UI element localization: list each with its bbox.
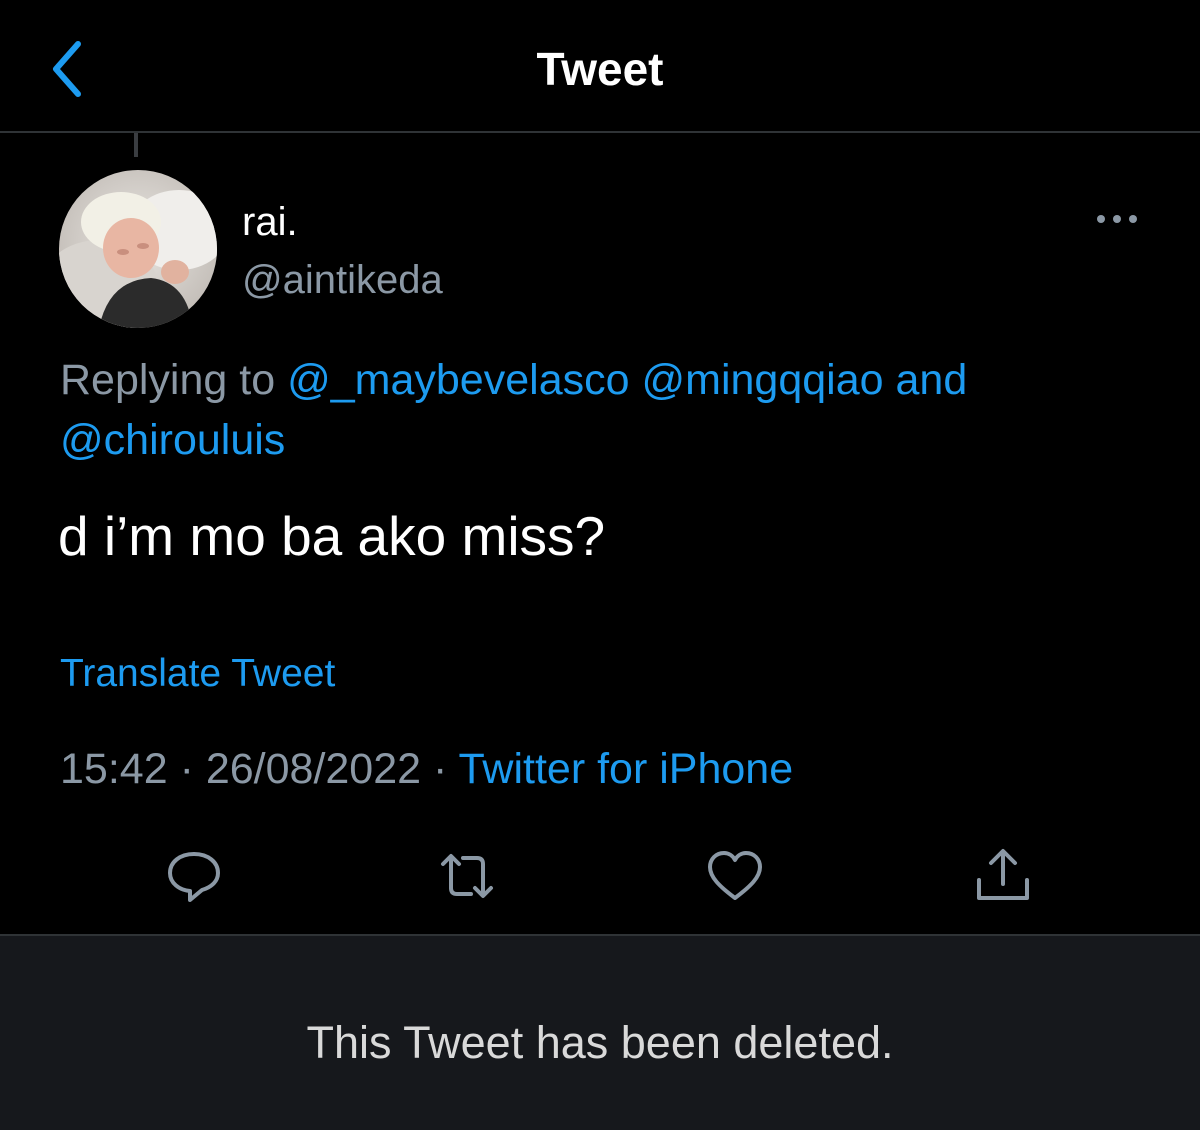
heart-icon bbox=[708, 851, 762, 900]
mention-link[interactable]: @chirouluis bbox=[60, 416, 285, 464]
display-name[interactable]: rai. bbox=[242, 196, 298, 248]
top-nav-bar: Tweet bbox=[0, 0, 1200, 133]
like-button[interactable] bbox=[705, 846, 765, 906]
translate-tweet-link[interactable]: Translate Tweet bbox=[60, 648, 335, 700]
reply-button[interactable] bbox=[164, 846, 224, 906]
replying-prefix: Replying to bbox=[60, 356, 276, 404]
user-handle[interactable]: @aintikeda bbox=[242, 254, 443, 306]
replying-to-line: Replying to @_maybevelasco @mingqqiao an… bbox=[60, 350, 1160, 470]
tweet-source-link[interactable]: Twitter for iPhone bbox=[459, 745, 794, 793]
deleted-tweet-notice: This Tweet has been deleted. bbox=[306, 1017, 894, 1068]
reply-icon bbox=[168, 852, 220, 902]
avatar[interactable] bbox=[59, 170, 217, 328]
meta-separator: · bbox=[433, 745, 448, 793]
retweet-button[interactable] bbox=[437, 846, 497, 906]
user-avatar-image bbox=[59, 170, 217, 328]
retweet-icon bbox=[441, 854, 493, 898]
more-horizontal-icon bbox=[1097, 215, 1137, 223]
mention-link[interactable]: @_maybevelasco bbox=[287, 356, 629, 404]
share-icon bbox=[977, 849, 1029, 900]
thread-connector-line bbox=[134, 133, 138, 157]
tweet-text: d i’m mo ba ako miss? bbox=[58, 505, 606, 567]
more-options-button[interactable] bbox=[1092, 204, 1142, 234]
share-button[interactable] bbox=[973, 846, 1033, 906]
tweet-date: 26/08/2022 bbox=[205, 745, 422, 793]
mention-link[interactable]: @mingqqiao bbox=[641, 356, 883, 404]
mention-joiner[interactable]: and bbox=[896, 356, 968, 404]
meta-separator: · bbox=[179, 745, 194, 793]
tweet-metadata: 15:42 · 26/08/2022 · Twitter for iPhone bbox=[60, 740, 793, 798]
page-title: Tweet bbox=[536, 43, 664, 95]
tweet-time: 15:42 bbox=[60, 745, 168, 793]
